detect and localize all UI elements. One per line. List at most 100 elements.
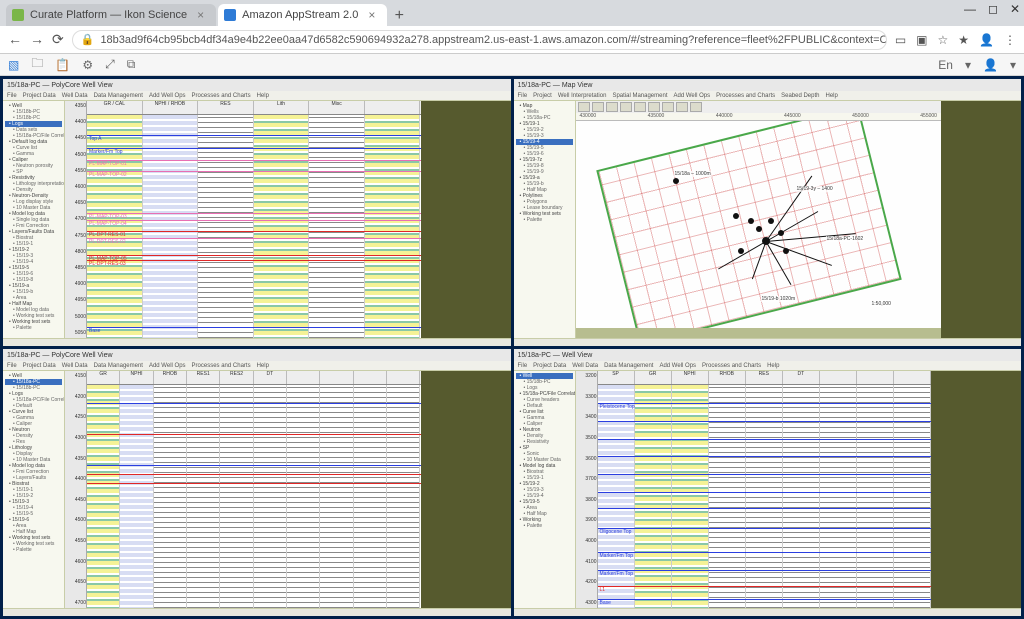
tree-sidebar[interactable]: • Well• 15/18a-PC• 15/18b-PC• Logs• 15/1… xyxy=(3,371,65,608)
formation-marker[interactable] xyxy=(87,403,421,404)
minimize-icon[interactable]: — xyxy=(964,2,976,16)
menu-item[interactable]: File xyxy=(7,363,17,369)
formation-marker[interactable]: Base xyxy=(598,599,932,600)
clipboard-icon[interactable]: 📋 xyxy=(55,58,70,72)
formation-marker[interactable] xyxy=(87,474,421,475)
menu-item[interactable]: Processes and Charts xyxy=(716,93,775,99)
back-icon[interactable]: ← xyxy=(8,31,22,48)
menu-item[interactable]: Spatial Management xyxy=(612,93,667,99)
formation-marker[interactable]: PL-MAP-TOP-03 xyxy=(87,213,421,214)
well-symbol[interactable] xyxy=(673,178,679,184)
well-symbol[interactable] xyxy=(762,237,770,245)
settings-icon[interactable]: ⚙ xyxy=(82,58,93,72)
star-icon[interactable]: ☆ xyxy=(938,33,949,47)
url-input[interactable]: 🔒 18b3ad9f64cb95bcb4df34a9e4b22ee0aa47d6… xyxy=(72,30,887,50)
formation-marker[interactable] xyxy=(598,492,932,493)
formation-marker[interactable]: Top A xyxy=(87,135,421,136)
menu-item[interactable]: Data Management xyxy=(604,363,653,369)
log-tracks[interactable]: GR / CALNPHI / RHOBRESLithMisc Top AMark… xyxy=(87,101,421,338)
tool-icon[interactable] xyxy=(662,102,674,112)
maximize-icon[interactable]: ◻ xyxy=(988,2,998,16)
formation-marker[interactable]: Pleistocene Top xyxy=(598,403,932,404)
folder-icon[interactable]: 🗀 xyxy=(31,54,43,75)
tool-icon[interactable] xyxy=(592,102,604,112)
new-tab-button[interactable]: + xyxy=(389,6,409,26)
tree-sidebar[interactable]: • Map• Wells• 15/18a-PC• 15/19-1• 15/19-… xyxy=(514,101,576,338)
map-canvas[interactable]: 15/18a – 1000m15/19-3y – 140015/18a-PC-1… xyxy=(576,121,942,328)
tool-icon[interactable] xyxy=(634,102,646,112)
menu-item[interactable]: Processes and Charts xyxy=(702,363,761,369)
menu-item[interactable]: Processes and Charts xyxy=(192,93,251,99)
formation-marker[interactable] xyxy=(87,434,421,435)
menu-item[interactable]: Well Data xyxy=(62,363,88,369)
formation-marker[interactable]: PL-MAP-TOP-01 xyxy=(87,160,421,161)
formation-marker[interactable]: Oligocene Top xyxy=(598,528,932,529)
log-area[interactable]: 3200330034003500360037003800390040004100… xyxy=(576,371,1022,608)
formation-marker[interactable]: PL-MAP-TOP-04 xyxy=(87,220,421,221)
formation-marker[interactable]: PL-MAP-TOP-05 xyxy=(87,255,421,256)
formation-marker[interactable]: Marker/Fm Top xyxy=(598,552,932,553)
formation-marker[interactable]: Base xyxy=(87,327,421,328)
map-toolbar[interactable] xyxy=(576,101,942,113)
tool-icon[interactable] xyxy=(578,102,590,112)
formation-marker[interactable] xyxy=(598,439,932,440)
browser-tab-0[interactable]: Curate Platform — Ikon Science × xyxy=(6,4,216,26)
menu-item[interactable]: Processes and Charts xyxy=(192,363,251,369)
well-symbol[interactable] xyxy=(738,248,744,254)
formation-marker[interactable]: PL-MAP-TOP-02 xyxy=(87,171,421,172)
tree-item[interactable]: • Palette xyxy=(5,547,62,553)
tree-item[interactable]: • Palette xyxy=(516,217,573,223)
window-icon[interactable]: ▭ xyxy=(895,33,906,47)
well-symbol[interactable] xyxy=(733,213,739,219)
menu-item[interactable]: Add Well Ops xyxy=(674,93,711,99)
well-symbol[interactable] xyxy=(783,248,789,254)
well-symbol[interactable] xyxy=(748,218,754,224)
log-tracks[interactable]: SPGRNPHIRHOBRESDT Pleistocene TopOligoce… xyxy=(598,371,932,608)
menu-icon[interactable]: ⋮ xyxy=(1004,33,1016,47)
tool-icon[interactable] xyxy=(648,102,660,112)
formation-marker[interactable] xyxy=(598,474,932,475)
chevron-down-icon[interactable]: ▾ xyxy=(965,58,971,72)
cube-icon[interactable]: ▧ xyxy=(8,58,19,72)
star-solid-icon[interactable]: ★ xyxy=(958,33,969,47)
menu-item[interactable]: Project xyxy=(533,93,552,99)
screen-icon[interactable]: ▣ xyxy=(916,33,927,47)
menu-item[interactable]: Project Data xyxy=(23,363,56,369)
browser-tab-1[interactable]: Amazon AppStream 2.0 × xyxy=(218,4,387,26)
menu-item[interactable]: Add Well Ops xyxy=(149,93,186,99)
menu-item[interactable]: File xyxy=(7,93,17,99)
close-icon[interactable]: ✕ xyxy=(1010,2,1020,16)
well-symbol[interactable] xyxy=(768,218,774,224)
tool-icon[interactable] xyxy=(690,102,702,112)
menu-item[interactable]: Help xyxy=(257,363,269,369)
log-tracks[interactable]: GRNPHIRHOBRES1RES2DT xyxy=(87,371,421,608)
tree-item[interactable]: • Palette xyxy=(516,523,573,529)
menu-item[interactable]: Well Interpretation xyxy=(558,93,607,99)
formation-marker[interactable]: Marker/Fm Top xyxy=(87,148,421,149)
tree-sidebar[interactable]: • Well• 15/18b-PC• Logs• 15/18a-PC/File … xyxy=(514,371,576,608)
menu-item[interactable]: Help xyxy=(825,93,837,99)
person-icon[interactable]: 👤 xyxy=(979,33,994,47)
user-icon[interactable]: 👤 xyxy=(983,58,998,72)
menu-item[interactable]: Project Data xyxy=(533,363,566,369)
menu-item[interactable]: Data Management xyxy=(94,363,143,369)
formation-marker[interactable]: PL-DPT-RES-01 xyxy=(87,231,421,232)
formation-marker[interactable] xyxy=(87,483,421,484)
tree-sidebar[interactable]: • Well• 15/18b-PC• 15/18b-PC• Logs• Data… xyxy=(3,101,65,338)
fullscreen-icon[interactable]: ⤢ xyxy=(105,57,115,72)
formation-marker[interactable] xyxy=(598,456,932,457)
menu-item[interactable]: File xyxy=(518,93,528,99)
menu-item[interactable]: Help xyxy=(257,93,269,99)
well-symbol[interactable] xyxy=(756,226,762,232)
formation-marker[interactable]: L1 xyxy=(598,586,932,587)
formation-marker[interactable] xyxy=(598,508,932,509)
formation-marker[interactable]: PL-DPT-RES-02 xyxy=(87,238,421,239)
chevron-down-icon[interactable]: ▾ xyxy=(1010,58,1016,72)
log-area[interactable]: 4150420042504300435044004450450045504600… xyxy=(65,371,511,608)
tool-icon[interactable] xyxy=(606,102,618,112)
menu-item[interactable]: Well Data xyxy=(62,93,88,99)
formation-marker[interactable]: PL-DPT-RES-03 xyxy=(87,260,421,261)
close-icon[interactable]: × xyxy=(368,8,375,22)
menu-item[interactable]: Seabed Depth xyxy=(781,93,819,99)
forward-icon[interactable]: → xyxy=(30,31,44,48)
